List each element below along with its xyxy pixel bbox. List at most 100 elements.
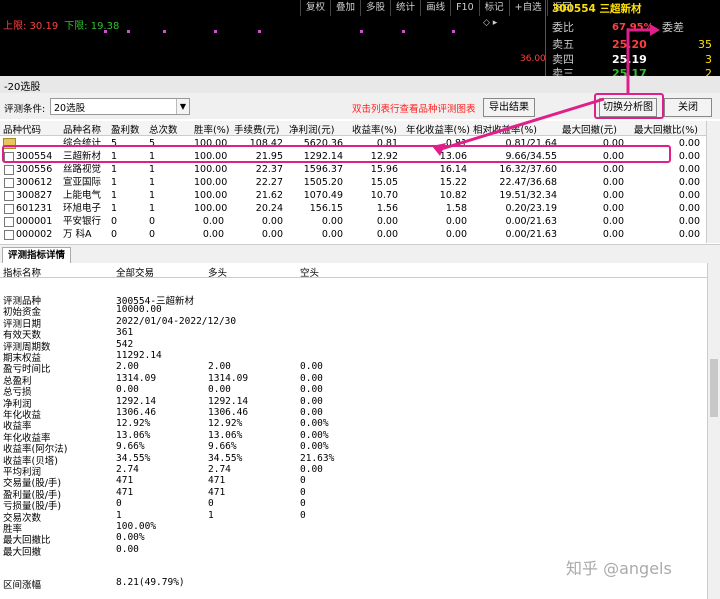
table-cell: 300556	[16, 164, 53, 175]
metric-value: 0.00	[300, 384, 323, 396]
table-row[interactable]: 000002 万 科A 0 0 0.00 0.00 0.00 0.00 0.00 0.00/21.…	[0, 228, 720, 241]
metric-value: 0	[300, 475, 306, 487]
table-cell: 22.47/36.68	[499, 177, 557, 188]
table-cell: 0.00/21.63	[505, 229, 557, 240]
table-cell: 1	[149, 203, 156, 214]
close-button[interactable]: 关闭	[664, 98, 712, 117]
column-header[interactable]: 收益率(%)	[352, 122, 397, 136]
table-cell: 平安银行	[63, 216, 102, 227]
quote-panel: 300554 三超新材 委比 67.95% 委差 卖五 25.20 35 卖四 …	[545, 0, 720, 76]
results-table: 品种代码 品种名称 盈利数 总次数 胜率(%) 手续费(元) 净利润(元) 收益率(%) 年化收…	[0, 121, 720, 243]
table-cell: 100.00	[194, 203, 228, 214]
table-cell: 0.00	[321, 216, 343, 227]
table-cell: 19.51/32.34	[499, 190, 557, 201]
table-cell: 0	[149, 229, 156, 240]
export-button[interactable]: 导出结果	[483, 98, 535, 117]
column-header[interactable]: 净利润(元)	[289, 122, 334, 136]
table-cell: 000002	[16, 229, 53, 240]
table-cell: 0.00	[202, 229, 224, 240]
condition-select[interactable]: 20选股 ▼	[50, 98, 190, 115]
table-cell: 1.58	[445, 203, 467, 214]
table-cell: 1	[111, 164, 118, 175]
table-cell: 0.00	[602, 203, 624, 214]
table-cell: 601231	[16, 203, 53, 214]
metric-value: 34.55%	[208, 452, 243, 464]
metric-value: 1306.46	[116, 407, 157, 418]
table-cell: 15.22	[439, 177, 467, 188]
column-header[interactable]: 胜率(%)	[194, 122, 229, 136]
table-cell: 16.32/37.60	[499, 164, 557, 175]
chart-price-label: 36.00	[520, 54, 546, 64]
metric-value: 1314.09	[116, 372, 157, 384]
table-cell: 0.00	[321, 229, 343, 240]
table-row[interactable]: 300827 上能电气 1 1 100.00 21.62 1070.49 10.70 10.82…	[0, 189, 720, 202]
metric-value: 0.00%	[300, 418, 329, 430]
quote-label: 委差	[662, 21, 684, 34]
menu-item[interactable]: 复权	[300, 0, 330, 16]
column-header[interactable]: 盈利数	[111, 122, 140, 136]
column-header[interactable]: 品种代码	[3, 122, 41, 136]
metric-value: 0	[300, 509, 306, 521]
detail-scrollbar[interactable]	[707, 263, 720, 599]
table-cell: 宣亚国际	[63, 177, 102, 188]
column-header[interactable]: 手续费(元)	[234, 122, 279, 136]
metric-value: 1292.14	[208, 395, 249, 407]
column-header[interactable]: 相对收益率(%)	[473, 122, 537, 136]
table-scrollbar[interactable]	[706, 121, 720, 243]
table-cell: 300612	[16, 177, 53, 188]
table-cell: 100.00	[194, 190, 228, 201]
table-cell: 0	[149, 216, 156, 227]
metric-name: 最大回撤	[3, 546, 42, 558]
chart-dot	[402, 30, 405, 33]
metric-value: 12.92%	[208, 418, 243, 430]
menu-item[interactable]: 标记	[478, 0, 509, 16]
metric-value: 8.21(49.79%)	[116, 576, 185, 588]
menu-item[interactable]: 叠加	[330, 0, 360, 16]
metric-value: 21.63%	[300, 452, 335, 464]
metric-value: 0.00%	[300, 429, 329, 441]
window-titlebar: -20选股	[0, 76, 720, 94]
tab-detail[interactable]: 评测指标详情	[2, 247, 72, 263]
quote-code: 300554	[552, 3, 596, 15]
table-row[interactable]: 000001 平安银行 0 0 0.00 0.00 0.00 0.00 0.00 0.00/21.…	[0, 215, 720, 228]
table-cell: 0.00/21.63	[505, 216, 557, 227]
table-cell: 0.00	[678, 190, 700, 201]
column-header[interactable]: 总次数	[149, 122, 178, 136]
row-icon	[4, 165, 14, 175]
table-cell: 0.00	[445, 216, 467, 227]
table-cell: 1	[111, 190, 118, 201]
metric-value: 0	[208, 498, 214, 510]
column-header[interactable]: 品种名称	[63, 122, 101, 136]
table-row[interactable]: 601231 环旭电子 1 1 100.00 20.24 156.15 1.56 1.58 0.2…	[0, 202, 720, 215]
table-cell: 1.56	[376, 203, 398, 214]
column-header[interactable]: 年化收益率(%)	[406, 122, 470, 136]
row-icon	[4, 204, 14, 214]
table-cell: 环旭电子	[63, 203, 102, 214]
metric-value: 471	[208, 475, 226, 487]
column-header[interactable]: 最大回撤(元)	[562, 122, 617, 136]
table-cell: 1	[111, 203, 118, 214]
table-cell: 0.00	[678, 229, 700, 240]
table-row[interactable]: 300612 宣亚国际 1 1 100.00 22.27 1505.20 15.05 15.22…	[0, 176, 720, 189]
chart-dot	[452, 30, 455, 33]
metric-value: 0.00	[116, 384, 139, 396]
table-cell: 000001	[16, 216, 53, 227]
nav-arrows-icon[interactable]: ◇ ▸	[483, 18, 497, 28]
table-row[interactable]: 300556 丝路视觉 1 1 100.00 22.37 1596.37 15.96 16.14…	[0, 163, 720, 176]
menu-item[interactable]: 统计	[390, 0, 420, 16]
metric-value: 1	[116, 509, 122, 521]
table-cell: 20.24	[255, 203, 283, 214]
quote-row-sell3: 卖三 25.17 2	[550, 66, 718, 76]
table-cell: 0	[111, 229, 118, 240]
menu-item[interactable]: F10	[450, 0, 479, 16]
quote-label: 委比	[552, 21, 574, 34]
table-cell: 100.00	[194, 177, 228, 188]
column-header[interactable]: 最大回撤比(%)	[634, 122, 698, 136]
chevron-down-icon[interactable]: ▼	[176, 99, 189, 114]
menu-item[interactable]: 多股	[360, 0, 390, 16]
metric-value: 471	[116, 486, 134, 498]
menu-item[interactable]: 画线	[420, 0, 450, 16]
menu-item[interactable]: +自选	[508, 0, 547, 16]
metric-value: 10000.00	[116, 304, 162, 316]
scroll-thumb[interactable]	[710, 359, 718, 417]
